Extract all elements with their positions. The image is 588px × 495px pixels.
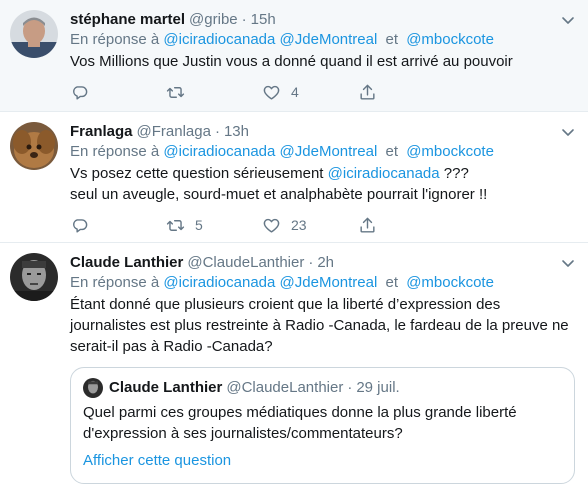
reply-and: et: [385, 143, 399, 160]
like-icon: [263, 85, 280, 100]
like-count: 4: [291, 84, 299, 100]
quoted-tweet[interactable]: Claude Lanthier @ClaudeLanthier · 29 jui…: [70, 367, 575, 484]
tweet-time[interactable]: 15h: [251, 10, 276, 30]
author-handle[interactable]: @gribe: [189, 10, 238, 30]
reply-and: et: [385, 31, 399, 48]
quote-author-handle: @ClaudeLanthier: [226, 379, 344, 396]
author-name[interactable]: stéphane martel: [70, 10, 185, 30]
separator-dot: ·: [241, 11, 247, 28]
author-name[interactable]: Claude Lanthier: [70, 253, 183, 273]
text-mention-iciradiocanada[interactable]: @iciradiocanada: [328, 165, 440, 182]
author-handle[interactable]: @ClaudeLanthier: [187, 253, 304, 273]
reply-icon: [73, 218, 88, 233]
show-poll-link[interactable]: Afficher cette question: [83, 451, 562, 471]
share-button[interactable]: [358, 216, 454, 235]
tweet-stephane-martel[interactable]: stéphane martel @gribe · 15h En réponse …: [0, 0, 588, 112]
reply-button[interactable]: [70, 83, 166, 102]
retweet-button[interactable]: [166, 83, 262, 102]
reply-prefix: En réponse à: [70, 143, 160, 160]
mention-jdemontreal[interactable]: @JdeMontreal: [280, 31, 378, 48]
mention-jdemontreal[interactable]: @JdeMontreal: [280, 274, 378, 291]
quote-text: Quel parmi ces groupes médiatiques donne…: [83, 404, 517, 442]
caret-down-icon[interactable]: [560, 12, 576, 28]
separator-dot: ·: [214, 123, 220, 140]
tweet-actions: 4: [70, 82, 572, 102]
tweet-time[interactable]: 13h: [224, 122, 249, 142]
quote-separator-dot: ·: [347, 379, 353, 396]
share-icon: [360, 217, 375, 233]
mention-jdemontreal[interactable]: @JdeMontreal: [280, 143, 378, 160]
avatar[interactable]: [10, 253, 58, 301]
quote-avatar: [83, 378, 103, 398]
mention-iciradiocanada[interactable]: @iciradiocanada: [163, 274, 275, 291]
mention-mbockcote[interactable]: @mbockcote: [406, 274, 494, 291]
tweet-time[interactable]: 2h: [317, 253, 334, 273]
quote-date: 29 juil.: [356, 379, 400, 396]
tweet-text: Vs posez cette question sérieusement @ic…: [70, 163, 572, 205]
mention-iciradiocanada[interactable]: @iciradiocanada: [163, 143, 275, 160]
reply-prefix: En réponse à: [70, 31, 160, 48]
reply-and: et: [385, 274, 399, 291]
retweet-icon: [166, 86, 185, 98]
caret-down-icon[interactable]: [560, 255, 576, 271]
retweet-button[interactable]: 5: [166, 216, 262, 235]
avatar[interactable]: [10, 122, 58, 170]
reply-context: En réponse à @iciradiocanada @JdeMontrea…: [70, 30, 572, 50]
like-button[interactable]: 23: [262, 216, 358, 235]
mention-mbockcote[interactable]: @mbockcote: [406, 143, 494, 160]
tweet-text-part: Vs posez cette question sérieusement: [70, 165, 328, 182]
avatar[interactable]: [10, 10, 58, 58]
reply-icon: [73, 85, 88, 100]
retweet-count: 5: [195, 217, 203, 233]
like-button[interactable]: 4: [262, 83, 358, 102]
retweet-icon: [166, 219, 185, 231]
author-name[interactable]: Franlaga: [70, 122, 133, 142]
caret-down-icon[interactable]: [560, 124, 576, 140]
author-handle[interactable]: @Franlaga: [137, 122, 211, 142]
mention-iciradiocanada[interactable]: @iciradiocanada: [163, 31, 275, 48]
separator-dot: ·: [308, 254, 314, 271]
reply-button[interactable]: [70, 216, 166, 235]
share-icon: [360, 84, 375, 100]
reply-context: En réponse à @iciradiocanada @JdeMontrea…: [70, 273, 572, 293]
reply-prefix: En réponse à: [70, 274, 160, 291]
like-count: 23: [291, 217, 307, 233]
tweet-text-line2: seul un aveugle, sourd-muet et analphabè…: [70, 186, 488, 203]
mention-mbockcote[interactable]: @mbockcote: [406, 31, 494, 48]
tweet-actions: 5 23: [70, 215, 572, 235]
reply-context: En réponse à @iciradiocanada @JdeMontrea…: [70, 142, 572, 162]
share-button[interactable]: [358, 83, 454, 102]
quote-author-name: Claude Lanthier: [109, 379, 223, 396]
tweet-text: Étant donné que plusieurs croient que la…: [70, 296, 569, 355]
tweet-claude-lanthier[interactable]: Claude Lanthier @ClaudeLanthier · 2h En …: [0, 243, 588, 495]
tweet-text: Vos Millions que Justin vous a donné qua…: [70, 53, 513, 70]
tweet-text-part: ???: [439, 165, 469, 182]
tweet-franlaga[interactable]: Franlaga @Franlaga · 13h En réponse à @i…: [0, 112, 588, 243]
like-icon: [263, 218, 280, 233]
